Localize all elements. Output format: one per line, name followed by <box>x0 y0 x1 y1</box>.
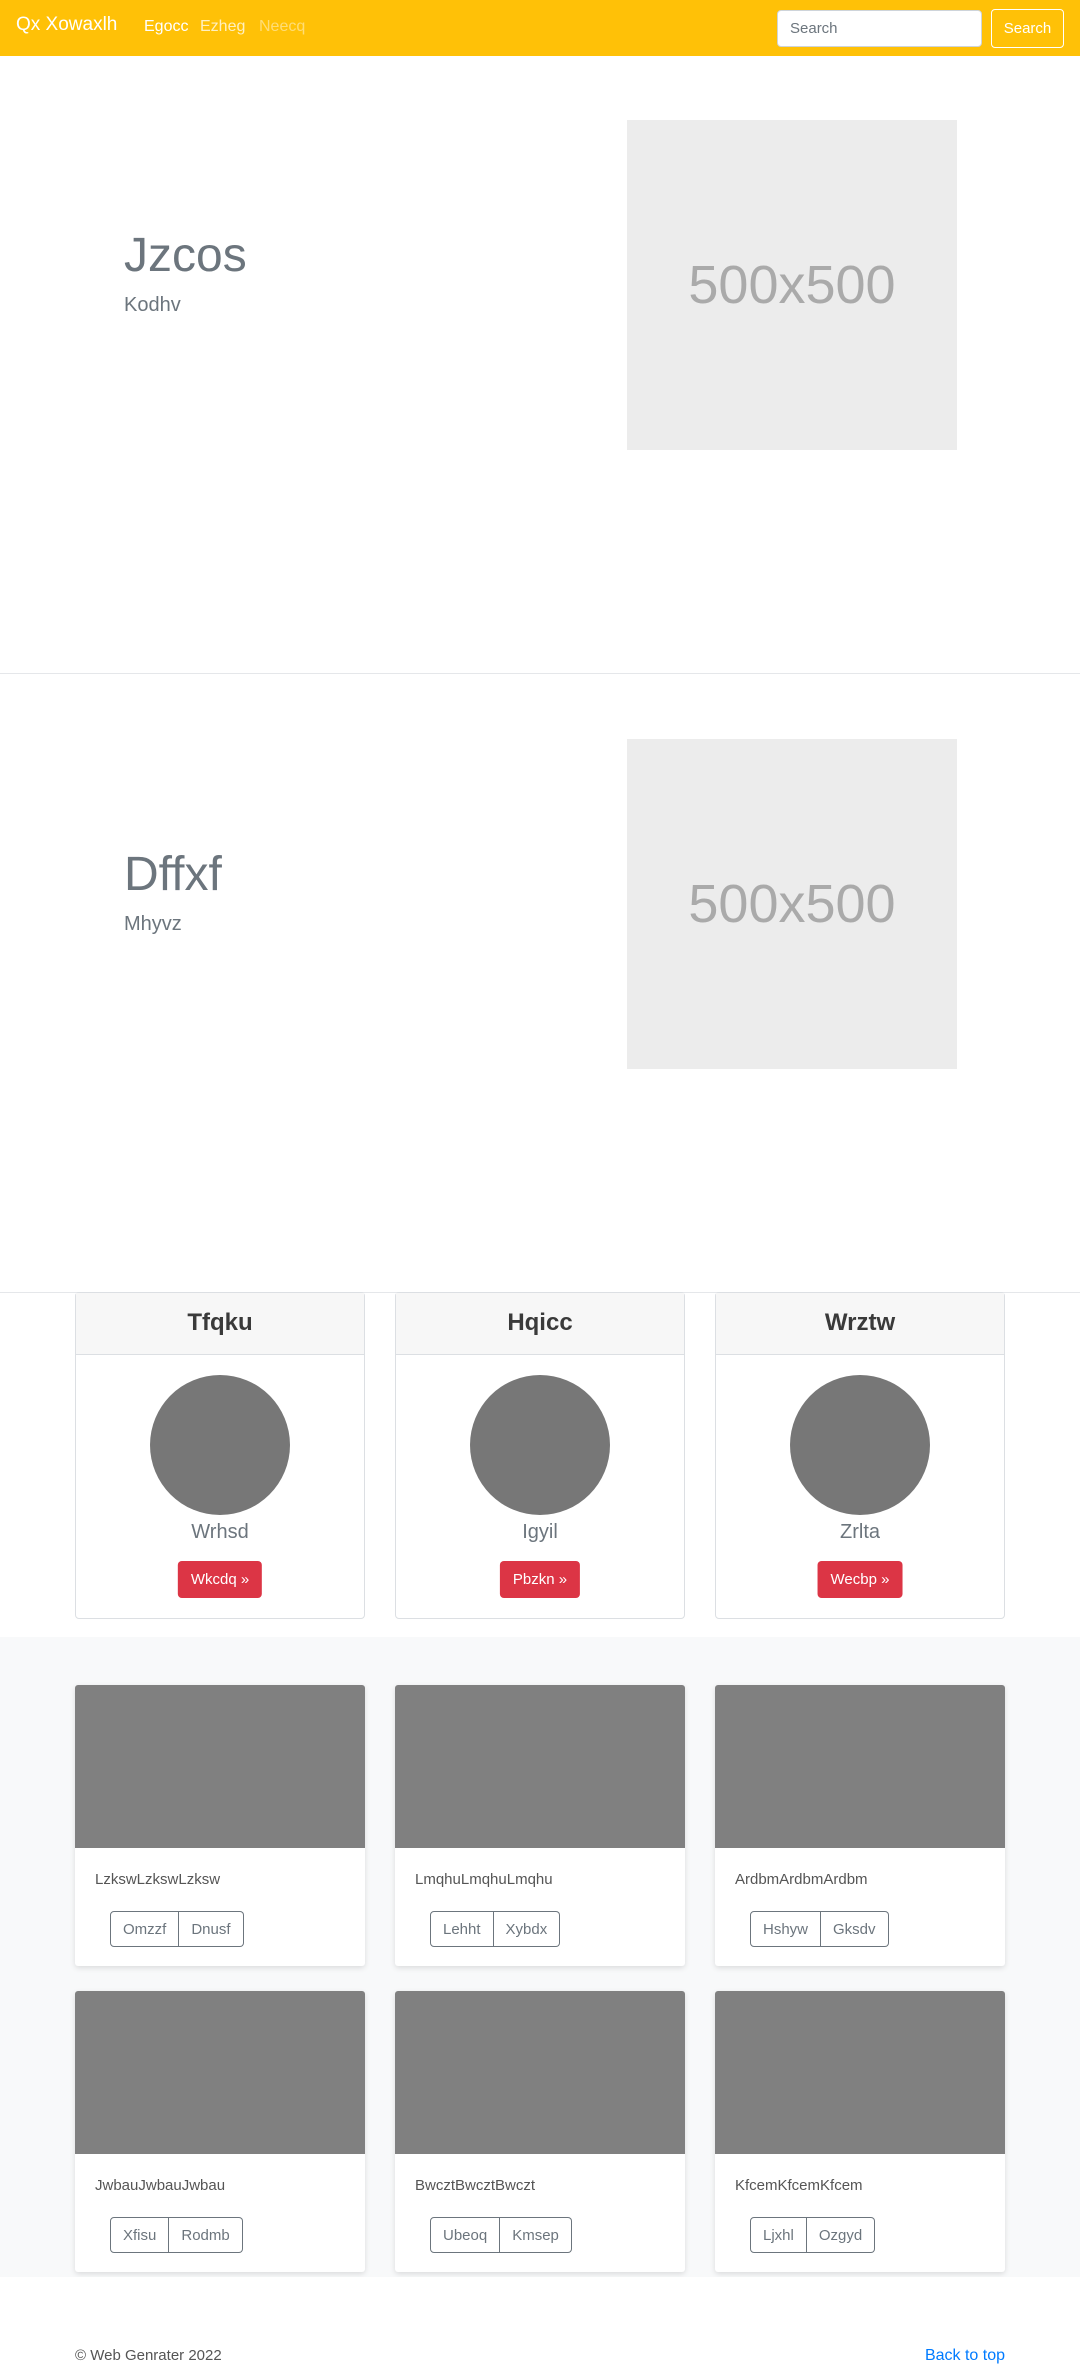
album-card-text: ArdbmArdbmArdbm <box>735 1871 868 1888</box>
search-input[interactable] <box>777 10 982 47</box>
album-card-text: LmqhuLmqhuLmqhu <box>415 1871 553 1888</box>
avatar <box>150 1375 290 1515</box>
album-button-2[interactable]: Gksdv <box>821 1911 889 1947</box>
button-group: Hshyw Gksdv <box>750 1911 889 1947</box>
card-name: Wrhsd <box>191 1521 249 1543</box>
navbar: Qx Xowaxlh Egocc Ezheg Neecq Search <box>0 0 1080 56</box>
profile-card-1: Tfqku Wrhsd Wkcdq » <box>75 1292 365 1619</box>
image-size-label: 500x500 <box>688 874 896 934</box>
album-card: KfcemKfcemKfcem Ljxhl Ozgyd <box>715 1991 1005 2272</box>
album-card: ArdbmArdbmArdbm Hshyw Gksdv <box>715 1685 1005 1966</box>
card-action-button[interactable]: Wecbp » <box>817 1561 903 1598</box>
button-group: Ljxhl Ozgyd <box>750 2217 876 2253</box>
card-action-button[interactable]: Pbzkn » <box>499 1561 581 1598</box>
album-card-text: LzkswLzkswLzksw <box>95 1871 221 1888</box>
album-button-1[interactable]: Xfisu <box>110 2217 170 2253</box>
avatar <box>790 1375 930 1515</box>
card-name: Igyil <box>522 1521 558 1543</box>
nav-link-1[interactable]: Egocc <box>144 18 188 36</box>
album-button-1[interactable]: Ljxhl <box>750 2217 807 2253</box>
profile-card-2: Hqicc Igyil Pbzkn » <box>395 1292 685 1619</box>
thumbnail-placeholder <box>75 1685 365 1848</box>
button-group: Omzzf Dnusf <box>110 1911 244 1947</box>
album-button-2[interactable]: Dnusf <box>179 1911 244 1947</box>
hero-title: Dffxf <box>124 848 222 901</box>
album-card: BwcztBwcztBwczt Ubeoq Kmsep <box>395 1991 685 2272</box>
album-card-text: BwcztBwcztBwczt <box>415 2177 536 2194</box>
album-card-text: KfcemKfcemKfcem <box>735 2177 863 2194</box>
card-name: Zrlta <box>840 1521 880 1543</box>
album-card: JwbauJwbauJwbau Xfisu Rodmb <box>75 1991 365 2272</box>
album-button-2[interactable]: Ozgyd <box>806 2217 876 2253</box>
album-section: LzkswLzkswLzksw Omzzf Dnusf LmqhuLmqhuLm… <box>0 1637 1080 2277</box>
album-card-text: JwbauJwbauJwbau <box>95 2177 226 2194</box>
thumbnail-placeholder <box>715 1685 1005 1848</box>
hero-section-1: Jzcos Kodhv 500x500 <box>0 56 1080 674</box>
thumbnail-placeholder <box>75 1991 365 2154</box>
card-header: Tfqku <box>76 1293 364 1355</box>
album-button-1[interactable]: Hshyw <box>750 1911 822 1947</box>
hero-section-2: Dffxf Mhyvz 500x500 <box>0 675 1080 1293</box>
hero-subtitle: Mhyvz <box>124 913 182 935</box>
thumbnail-placeholder <box>395 1991 685 2154</box>
button-group: Xfisu Rodmb <box>110 2217 243 2253</box>
profile-card-3: Wrztw Zrlta Wecbp » <box>715 1292 1005 1619</box>
button-group: Lehht Xybdx <box>430 1911 561 1947</box>
thumbnail-placeholder <box>395 1685 685 1848</box>
avatar <box>470 1375 610 1515</box>
album-button-2[interactable]: Rodmb <box>169 2217 243 2253</box>
album-button-2[interactable]: Kmsep <box>500 2217 572 2253</box>
card-header: Wrztw <box>716 1293 1004 1355</box>
album-card: LzkswLzkswLzksw Omzzf Dnusf <box>75 1685 365 1966</box>
hero-image-placeholder: 500x500 <box>627 120 957 450</box>
hero-image-placeholder: 500x500 <box>627 739 957 1069</box>
album-button-1[interactable]: Omzzf <box>110 1911 180 1947</box>
album-button-2[interactable]: Xybdx <box>493 1911 561 1947</box>
copyright-text: © Web Genrater 2022 <box>75 2347 222 2364</box>
album-button-1[interactable]: Ubeoq <box>430 2217 501 2253</box>
album-button-1[interactable]: Lehht <box>430 1911 494 1947</box>
card-action-button[interactable]: Wkcdq » <box>177 1561 263 1598</box>
nav-link-2[interactable]: Ezheg <box>200 18 245 36</box>
brand-link[interactable]: Qx Xowaxlh <box>16 14 117 36</box>
thumbnail-placeholder <box>715 1991 1005 2154</box>
hero-title: Jzcos <box>124 229 247 282</box>
image-size-label: 500x500 <box>688 255 896 315</box>
button-group: Ubeoq Kmsep <box>430 2217 572 2253</box>
nav-link-3[interactable]: Neecq <box>259 18 305 36</box>
search-button[interactable]: Search <box>991 9 1064 48</box>
album-card: LmqhuLmqhuLmqhu Lehht Xybdx <box>395 1685 685 1966</box>
card-header: Hqicc <box>396 1293 684 1355</box>
hero-subtitle: Kodhv <box>124 294 181 316</box>
footer: © Web Genrater 2022 Back to top <box>0 2277 1080 2368</box>
back-to-top-link[interactable]: Back to top <box>925 2347 1005 2365</box>
